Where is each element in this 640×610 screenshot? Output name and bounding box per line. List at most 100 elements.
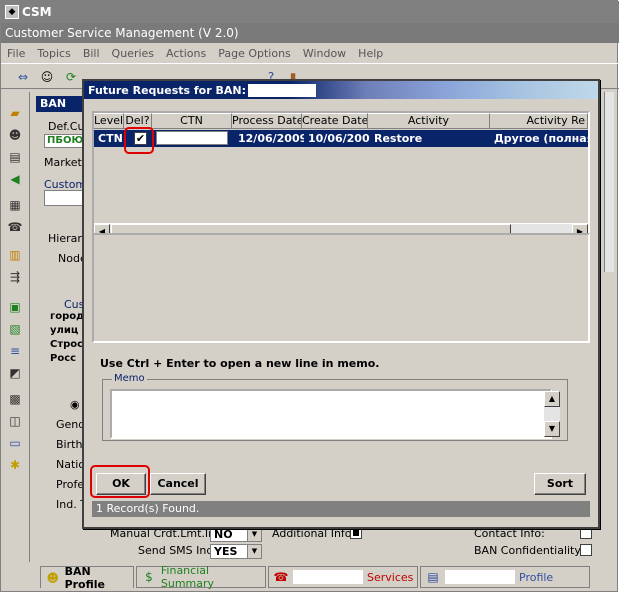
col-create-date[interactable]: Create Date	[302, 113, 368, 129]
col-process-date[interactable]: Process Date	[232, 113, 302, 129]
del-highlight	[124, 127, 154, 154]
profession-label: Profe	[56, 478, 85, 491]
phone-icon[interactable]: ☎	[6, 218, 24, 236]
menu-file[interactable]: File	[7, 47, 25, 60]
col-level[interactable]: Level	[94, 113, 124, 129]
row-activity-reason: Другое (полная)	[494, 132, 588, 145]
address-line: Росс	[50, 353, 77, 364]
col-activity-reason[interactable]: Activity Re	[490, 113, 588, 129]
app-subtitle: Customer Service Management (V 2.0)	[1, 23, 619, 43]
tab-services-label: Services	[367, 570, 414, 584]
row-level: CTN	[98, 132, 123, 145]
dialog-title: Future Requests for BAN:	[88, 83, 246, 97]
menu-bar: File Topics Bill Queries Actions Page Op…	[1, 43, 619, 63]
ban-confidentiality-label: BAN Confidentiality:	[474, 544, 584, 557]
col-activity[interactable]: Activity	[368, 113, 490, 129]
document-icon: ▤	[427, 570, 439, 584]
manual-crdt-value: NO	[214, 528, 233, 541]
menu-page-options[interactable]: Page Options	[218, 47, 291, 60]
star-icon[interactable]: ✱	[6, 456, 24, 474]
navigate-icon[interactable]: ⇔	[15, 69, 31, 85]
tab-ban-profile-label: BAN Profile	[64, 564, 105, 591]
tab-ban-profile[interactable]: ☻ BAN Profile	[40, 564, 134, 591]
app-icon: ◆	[5, 5, 19, 19]
tab-profile[interactable]: ▤ Profile	[420, 566, 590, 588]
sheet-icon[interactable]: ▣	[6, 298, 24, 316]
tab-profile-label: Profile	[519, 570, 554, 584]
row-process-date: 12/06/2009	[238, 132, 304, 145]
send-sms-value: YES	[214, 545, 238, 558]
refresh-icon[interactable]: ⟳	[63, 69, 79, 85]
memo-label: Memo	[112, 373, 147, 384]
left-toolbar: ▰ ☻ ▤ ◀ ▦ ☎ ▥ ⇶ ▣ ▧ ≡ ◩ ▩ ◫ ▭ ✱	[2, 92, 30, 562]
dialog-title-bar: Future Requests for BAN:	[84, 81, 598, 99]
row-activity: Restore	[374, 132, 423, 145]
arrow-icon[interactable]: ◀	[6, 170, 24, 188]
ban-confidentiality-checkbox[interactable]	[580, 544, 592, 556]
user-group-icon[interactable]: ☻	[6, 126, 24, 144]
save-icon[interactable]: ▩	[6, 390, 24, 408]
grid-header: Level Del? CTN Process Date Create Date …	[94, 113, 588, 129]
future-requests-dialog: Future Requests for BAN: Level Del? CTN …	[82, 79, 600, 529]
window-icon[interactable]: ▭	[6, 434, 24, 452]
menu-actions[interactable]: Actions	[166, 47, 206, 60]
gender-label: Gend	[56, 418, 86, 431]
radio-icon: ◉	[70, 398, 80, 411]
phone-icon: ☎	[273, 570, 289, 584]
address-line: улиц	[50, 325, 79, 336]
scroll-down-icon[interactable]: ▼	[544, 421, 560, 437]
address-box: город улиц Строс Росс	[50, 310, 86, 382]
title-bar: ◆ CSM	[1, 1, 619, 23]
row-create-date: 10/06/2009	[308, 132, 370, 145]
user-icon: ☻	[46, 570, 60, 585]
memo-textarea[interactable]	[110, 389, 552, 439]
manual-crdt-select[interactable]: NO ▼	[210, 527, 262, 542]
device-icon[interactable]: ◫	[6, 412, 24, 430]
send-sms-label: Send SMS Ind:	[138, 544, 218, 557]
list-icon[interactable]: ≡	[6, 342, 24, 360]
col-ctn[interactable]: CTN	[152, 113, 232, 129]
tab-financial-summary-label: Financial Summary	[160, 564, 215, 590]
menu-help[interactable]: Help	[358, 47, 383, 60]
ban-tab[interactable]: BAN	[36, 96, 86, 112]
money-icon: $	[145, 570, 153, 584]
menu-window[interactable]: Window	[303, 47, 346, 60]
chevron-down-icon[interactable]: ▼	[247, 545, 261, 558]
memo-scrollbar[interactable]: ▲ ▼	[544, 391, 560, 437]
services-blank	[293, 570, 363, 584]
tag-icon[interactable]: ◩	[6, 364, 24, 382]
profile-blank	[445, 570, 515, 584]
menu-queries[interactable]: Queries	[112, 47, 154, 60]
bottom-tabs: ☻ BAN Profile $ Financial Summary ☎ Serv…	[38, 564, 616, 591]
chevron-down-icon[interactable]: ▼	[247, 528, 261, 541]
status-bar: 1 Record(s) Found.	[92, 501, 590, 517]
main-scrollbar[interactable]	[604, 92, 614, 272]
cancel-button[interactable]: Cancel	[150, 473, 206, 495]
menu-topics[interactable]: Topics	[37, 47, 70, 60]
row-ctn-field[interactable]	[156, 131, 228, 145]
notes-icon[interactable]: ▥	[6, 246, 24, 264]
market-label: Market:	[44, 156, 86, 169]
sort-button[interactable]: Sort	[534, 473, 586, 495]
document-icon[interactable]: ▤	[6, 148, 24, 166]
transfer-icon[interactable]: ⇶	[6, 268, 24, 286]
folder-icon[interactable]: ▰	[6, 104, 24, 122]
ok-highlight	[90, 465, 150, 498]
ban-number-field	[247, 83, 316, 97]
details-panel	[92, 233, 590, 343]
address-line: город	[50, 311, 85, 322]
def-label: Def.Cu	[48, 120, 85, 133]
user-icon[interactable]: ☺	[39, 69, 55, 85]
calculator-icon[interactable]: ▦	[6, 196, 24, 214]
memo-hint: Use Ctrl + Enter to open a new line in m…	[100, 357, 380, 370]
copy-icon[interactable]: ▧	[6, 320, 24, 338]
table-row[interactable]: CTN ✔ 12/06/2009 10/06/2009 Restore Друг…	[94, 130, 588, 147]
menu-bill[interactable]: Bill	[83, 47, 100, 60]
tab-services[interactable]: ☎ Services	[268, 566, 418, 588]
scroll-up-icon[interactable]: ▲	[544, 391, 560, 407]
customer-box	[44, 190, 84, 206]
app-title: CSM	[22, 5, 52, 19]
pbyu-field: ПБОЮ	[44, 134, 84, 148]
tab-financial-summary[interactable]: $ Financial Summary	[136, 564, 266, 590]
send-sms-select[interactable]: YES ▼	[210, 544, 262, 559]
